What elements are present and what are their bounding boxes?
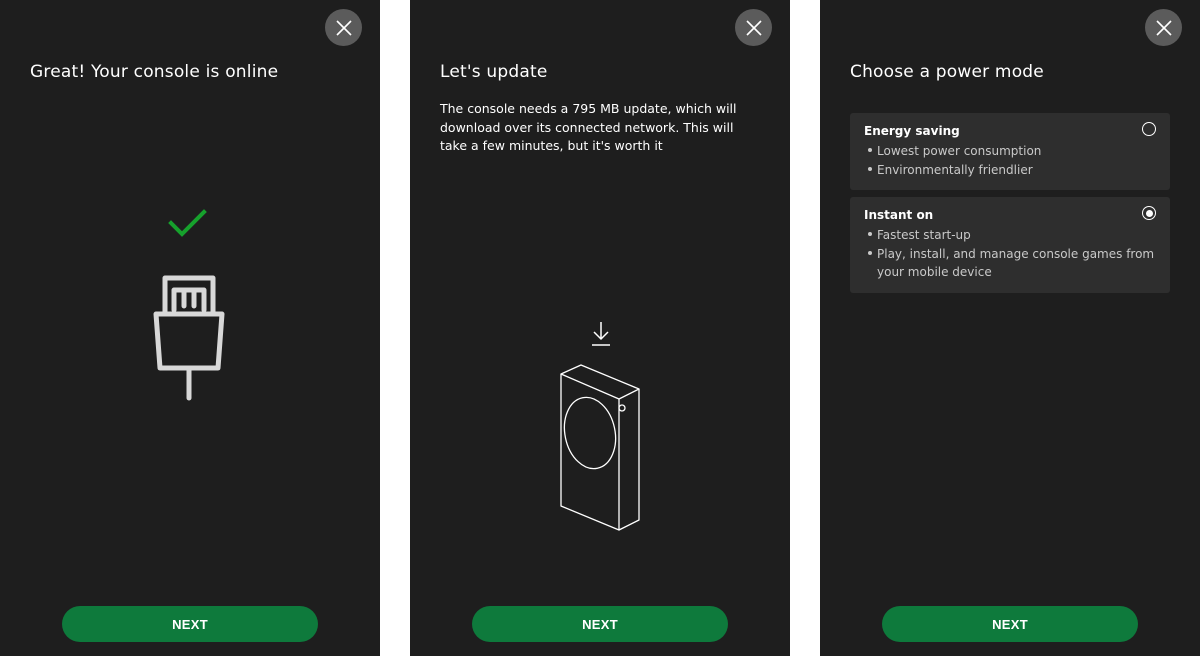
screen-title: Great! Your console is online <box>30 62 279 82</box>
console-icon <box>560 364 640 531</box>
next-button[interactable]: NEXT <box>882 606 1138 642</box>
setup-screen-update: Let's update The console needs a 795 MB … <box>410 0 790 656</box>
list-item: Environmentally friendlier <box>864 161 1156 180</box>
close-icon <box>335 19 352 36</box>
close-icon <box>1155 19 1172 36</box>
list-item: Lowest power consumption <box>864 142 1156 161</box>
radio-button-instant-on[interactable] <box>1142 206 1156 220</box>
radio-button-energy-saving[interactable] <box>1142 122 1156 136</box>
ethernet-plug-icon <box>153 275 225 401</box>
setup-screen-online: Great! Your console is online NEXT <box>0 0 380 656</box>
download-arrow-icon <box>592 322 610 346</box>
option-title: Instant on <box>864 208 934 222</box>
setup-screen-power-mode: Choose a power mode Energy saving Lowest… <box>820 0 1200 656</box>
option-bullets: Lowest power consumption Environmentally… <box>864 142 1156 179</box>
close-button[interactable] <box>1145 9 1182 46</box>
screen-title: Choose a power mode <box>850 62 1044 82</box>
list-item: Fastest start-up <box>864 226 1156 245</box>
checkmark-icon <box>168 209 207 237</box>
update-description: The console needs a 795 MB update, which… <box>440 101 737 153</box>
next-button[interactable]: NEXT <box>62 606 318 642</box>
next-button[interactable]: NEXT <box>472 606 728 642</box>
close-button[interactable] <box>325 9 362 46</box>
power-option-instant-on[interactable]: Instant on Fastest start-up Play, instal… <box>850 197 1170 293</box>
close-button[interactable] <box>735 9 772 46</box>
option-bullets: Fastest start-up Play, install, and mana… <box>864 226 1156 282</box>
option-title: Energy saving <box>864 124 960 138</box>
power-option-energy-saving[interactable]: Energy saving Lowest power consumption E… <box>850 113 1170 190</box>
screen-title: Let's update <box>440 62 548 82</box>
list-item: Play, install, and manage console games … <box>864 245 1156 282</box>
close-icon <box>745 19 762 36</box>
